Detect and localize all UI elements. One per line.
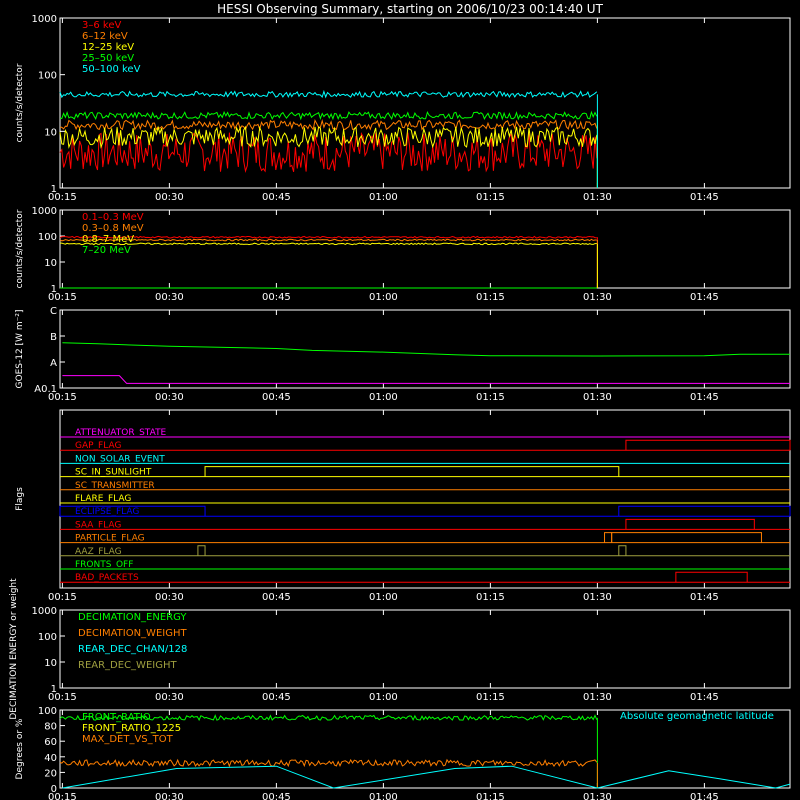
x-tick-label: 01:45 bbox=[690, 292, 719, 303]
x-tick-label: 01:00 bbox=[369, 192, 398, 203]
x-tick-label: 01:00 bbox=[369, 592, 398, 603]
x-tick-label: 01:00 bbox=[369, 392, 398, 403]
legend-entry: 3–6 keV bbox=[82, 20, 121, 31]
y-tick-label: 1000 bbox=[32, 206, 57, 217]
x-tick-label: 01:45 bbox=[690, 192, 719, 203]
x-tick-label: 01:00 bbox=[369, 692, 398, 703]
y-tick-label: 1000 bbox=[32, 606, 57, 617]
y-tick-label: 100 bbox=[38, 632, 57, 643]
flag-label: AAZ_FLAG bbox=[75, 547, 122, 557]
y-tick-label: 100 bbox=[38, 706, 57, 717]
legend-entry: FRONT_RATIO bbox=[82, 712, 151, 723]
x-tick-label: 00:15 bbox=[48, 392, 77, 403]
x-tick-label: 01:45 bbox=[690, 792, 719, 800]
x-tick-label: 00:45 bbox=[262, 592, 291, 603]
flag-label: NON_SOLAR_EVENT bbox=[75, 454, 165, 464]
y-axis-label: Degrees or % bbox=[15, 718, 25, 779]
y-axis-label: DECIMATION ENERGY or weight bbox=[9, 578, 19, 720]
x-tick-label: 00:15 bbox=[48, 792, 77, 800]
legend-entry: 50–100 keV bbox=[82, 64, 141, 75]
y-tick-label: 40 bbox=[44, 753, 57, 764]
x-tick-label: 01:15 bbox=[476, 792, 505, 800]
legend-entry: 0.3–0.8 MeV bbox=[82, 223, 144, 234]
x-tick-label: 00:45 bbox=[262, 692, 291, 703]
y-axis-label: counts/s/detector bbox=[15, 63, 25, 142]
flag-label: ECLIPSE_FLAG bbox=[75, 507, 139, 517]
y-axis-label: Flags bbox=[15, 487, 25, 511]
y-tick-label: C bbox=[50, 306, 57, 317]
y-tick-label: 100 bbox=[38, 232, 57, 243]
x-tick-label: 00:15 bbox=[48, 292, 77, 303]
legend-entry: 25–50 keV bbox=[82, 53, 134, 64]
x-tick-label: 01:00 bbox=[369, 292, 398, 303]
flag-label: ATTENUATOR_STATE bbox=[75, 428, 167, 438]
y-tick-label: 1000 bbox=[32, 14, 57, 25]
y-axis-label: counts/s/detector bbox=[15, 209, 25, 288]
x-tick-label: 00:30 bbox=[155, 192, 184, 203]
legend-entry: 7–20 MeV bbox=[82, 245, 131, 256]
x-tick-label: 00:45 bbox=[262, 192, 291, 203]
y-tick-label: 10 bbox=[44, 658, 57, 669]
x-tick-label: 01:45 bbox=[690, 392, 719, 403]
x-tick-label: 00:45 bbox=[262, 292, 291, 303]
x-tick-label: 00:30 bbox=[155, 692, 184, 703]
x-tick-label: 00:45 bbox=[262, 792, 291, 800]
y-tick-label: 60 bbox=[44, 737, 57, 748]
legend-entry: FRONT_RATIO_1225 bbox=[82, 723, 181, 734]
legend-entry: MAX_DET_VS_TOT bbox=[82, 734, 174, 745]
x-tick-label: 01:45 bbox=[690, 692, 719, 703]
annotation-label: Absolute geomagnetic latitude bbox=[620, 711, 774, 722]
y-tick-label: 80 bbox=[44, 722, 57, 733]
legend-entry: DECIMATION_WEIGHT bbox=[78, 628, 187, 639]
y-tick-label: B bbox=[50, 332, 57, 343]
x-tick-label: 00:15 bbox=[48, 192, 77, 203]
x-tick-label: 01:30 bbox=[583, 592, 612, 603]
x-tick-label: 01:45 bbox=[690, 592, 719, 603]
legend-entry: 6–12 keV bbox=[82, 31, 128, 42]
legend-entry: REAR_DEC_CHAN/128 bbox=[78, 644, 187, 655]
legend-entry: REAR_DEC_WEIGHT bbox=[78, 660, 177, 671]
y-axis-label: GOES-12 [W m⁻²] bbox=[15, 310, 25, 389]
legend-entry: 0.1–0.3 MeV bbox=[82, 212, 144, 223]
flag-label: GAP_FLAG bbox=[75, 441, 121, 451]
flag-label: SC_TRANSMITTER bbox=[75, 481, 155, 491]
x-tick-label: 01:15 bbox=[476, 292, 505, 303]
hessi-summary-figure: HESSI Observing Summary, starting on 200… bbox=[0, 0, 800, 800]
x-tick-label: 01:15 bbox=[476, 592, 505, 603]
x-tick-label: 00:30 bbox=[155, 392, 184, 403]
y-tick-label: 10 bbox=[44, 258, 57, 269]
x-tick-label: 01:30 bbox=[583, 292, 612, 303]
x-tick-label: 00:15 bbox=[48, 692, 77, 703]
x-tick-label: 01:30 bbox=[583, 692, 612, 703]
x-tick-label: 01:30 bbox=[583, 192, 612, 203]
flag-label: SC_IN_SUNLIGHT bbox=[75, 468, 152, 478]
x-tick-label: 01:15 bbox=[476, 392, 505, 403]
x-tick-label: 00:30 bbox=[155, 792, 184, 800]
x-tick-label: 00:45 bbox=[262, 392, 291, 403]
x-tick-label: 01:15 bbox=[476, 692, 505, 703]
y-tick-label: 10 bbox=[44, 127, 57, 138]
flag-label: BAD_PACKETS bbox=[75, 573, 139, 583]
x-tick-label: 00:30 bbox=[155, 592, 184, 603]
x-tick-label: 00:15 bbox=[48, 592, 77, 603]
x-tick-label: 00:30 bbox=[155, 292, 184, 303]
flag-label: PARTICLE_FLAG bbox=[75, 534, 145, 544]
legend-entry: DECIMATION_ENERGY bbox=[78, 612, 187, 623]
x-tick-label: 01:30 bbox=[583, 792, 612, 800]
flag-label: FRONTS_OFF bbox=[75, 560, 133, 570]
flag-label: SAA_FLAG bbox=[75, 520, 121, 530]
flag-label: FLARE_FLAG bbox=[75, 494, 131, 504]
y-tick-label: 20 bbox=[44, 768, 57, 779]
figure-title: HESSI Observing Summary, starting on 200… bbox=[217, 2, 603, 16]
y-tick-label: A bbox=[50, 358, 57, 369]
x-tick-label: 01:30 bbox=[583, 392, 612, 403]
x-tick-label: 01:15 bbox=[476, 192, 505, 203]
legend-entry: 0.8–7 MeV bbox=[82, 234, 134, 245]
x-tick-label: 01:00 bbox=[369, 792, 398, 800]
y-tick-label: 100 bbox=[38, 71, 57, 82]
legend-entry: 12–25 keV bbox=[82, 42, 134, 53]
